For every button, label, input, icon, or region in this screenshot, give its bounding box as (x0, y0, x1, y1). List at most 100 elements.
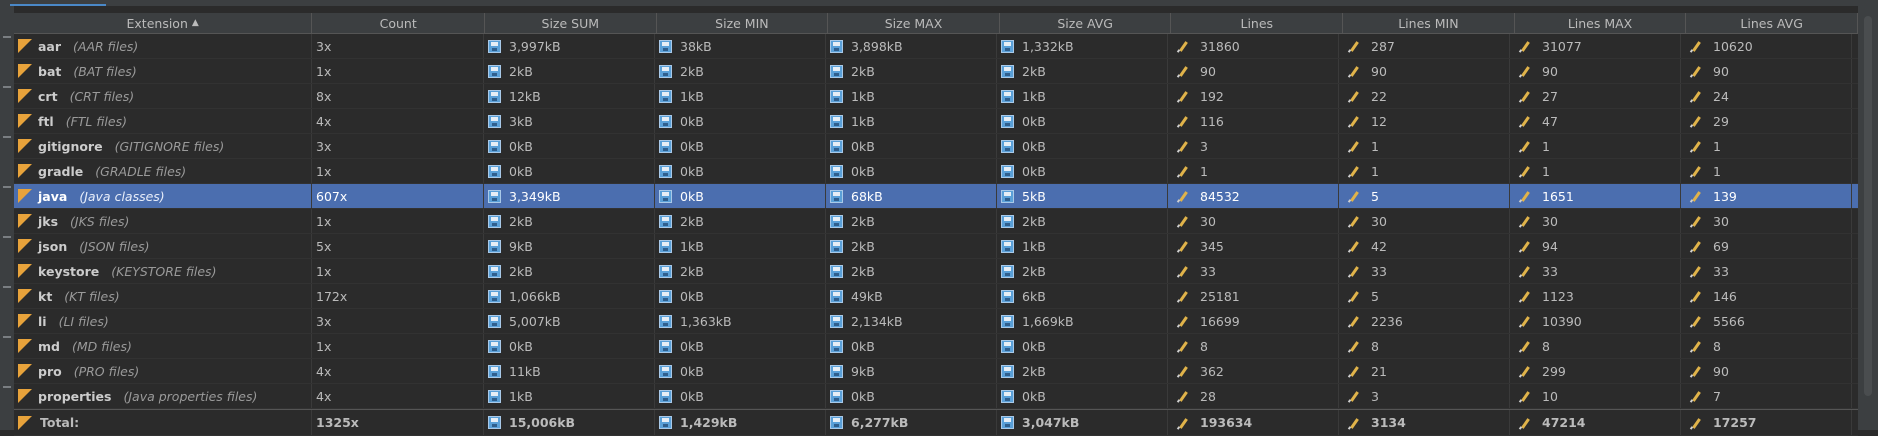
table-row[interactable]: pro (PRO files) 4x 11kB 0kB 9kB 2kB 362 21 299 90 (14, 359, 1858, 384)
lines-avg-value: 139 (1713, 188, 1737, 204)
size-min-cell: 0kB (655, 384, 826, 408)
pencil-icon (1176, 339, 1190, 353)
lines-value: 84532 (1200, 188, 1240, 204)
table-row[interactable]: kt (KT files) 172x 1,066kB 0kB 49kB 6kB 25181 5 1… (14, 284, 1858, 309)
lines-value: 3 (1200, 138, 1208, 154)
lines-cell: 345 (1168, 234, 1339, 258)
floppy-disk-icon (1001, 339, 1014, 353)
floppy-disk-icon (488, 214, 501, 228)
column-header-lines-min[interactable]: Lines MIN (1343, 13, 1515, 33)
extension-name: gradle (38, 163, 84, 179)
file-type-icon (18, 364, 32, 378)
table-row[interactable]: li (LI files) 3x 5,007kB 1,363kB 2,134kB 1,669… (14, 309, 1858, 334)
table-row[interactable]: crt (CRT files) 8x 12kB 1kB 1kB 1kB 192 22 27 24 (14, 84, 1858, 109)
extension-name: keystore (38, 263, 100, 279)
extension-description: (Java classes) (79, 188, 165, 204)
lines-cell: 16699 (1168, 309, 1339, 333)
count-cell: 1x (312, 259, 484, 283)
size-sum-cell: 9kB (484, 234, 655, 258)
size-sum-value: 2kB (509, 63, 533, 79)
table-row[interactable]: properties (Java properties files) 4x 1kB 0k… (14, 384, 1858, 409)
column-header-lines-max[interactable]: Lines MAX (1515, 13, 1687, 33)
table-row[interactable]: md (MD files) 1x 0kB 0kB 0kB 0kB 8 8 8 8 (14, 334, 1858, 359)
size-max-value: 0kB (851, 163, 875, 179)
extension-name: gitignore (38, 138, 103, 154)
lines-avg-cell: 33 (1681, 259, 1852, 283)
size-sum-value: 0kB (509, 163, 533, 179)
table-row[interactable]: bat (BAT files) 1x 2kB 2kB 2kB 2kB 90 90 90 90 (14, 59, 1858, 84)
count-cell: 4x (312, 384, 484, 408)
lines-avg-value: 1 (1713, 163, 1721, 179)
table-header: Extension ▲ Count Size SUM Size MIN Size… (14, 13, 1858, 34)
file-type-icon (18, 415, 32, 430)
extension-cell: ftl (FTL files) (14, 109, 312, 133)
size-max-value: 2,134kB (851, 313, 903, 329)
size-avg-cell: 2kB (997, 209, 1168, 233)
pencil-icon (1176, 39, 1190, 53)
floppy-disk-icon (1001, 416, 1014, 429)
size-sum-value: 3,349kB (509, 188, 561, 204)
size-avg-value: 0kB (1022, 138, 1046, 154)
tool-window-header (0, 0, 1878, 6)
column-header-lines[interactable]: Lines (1171, 13, 1344, 33)
lines-min-value: 5 (1371, 188, 1379, 204)
lines-max-cell: 10 (1510, 384, 1681, 408)
pencil-icon (1347, 114, 1361, 128)
column-header-size-min[interactable]: Size MIN (657, 13, 829, 33)
vertical-scrollbar[interactable] (1858, 6, 1878, 430)
lines-value: 8 (1200, 338, 1208, 354)
floppy-disk-icon (1001, 164, 1014, 178)
floppy-disk-icon (488, 189, 501, 203)
pencil-icon (1347, 364, 1361, 378)
size-sum-value: 3,997kB (509, 38, 561, 54)
table-row[interactable]: json (JSON files) 5x 9kB 1kB 2kB 1kB 345 42 94 69 (14, 234, 1858, 259)
table-row[interactable]: jks (JKS files) 1x 2kB 2kB 2kB 2kB 30 30 30 30 (14, 209, 1858, 234)
table-row[interactable]: ftl (FTL files) 4x 3kB 0kB 1kB 0kB 116 12 47 29 (14, 109, 1858, 134)
column-header-size-sum[interactable]: Size SUM (485, 13, 657, 33)
column-header-extension[interactable]: Extension ▲ (14, 13, 313, 33)
floppy-disk-icon (659, 39, 672, 53)
extension-name: aar (38, 38, 62, 54)
size-avg-value: 1kB (1022, 88, 1046, 104)
pencil-icon (1176, 214, 1190, 228)
pencil-icon (1689, 64, 1703, 78)
size-avg-cell: 0kB (997, 134, 1168, 158)
table-row[interactable]: keystore (KEYSTORE files) 1x 2kB 2kB 2kB 2kB 33… (14, 259, 1858, 284)
lines-min-value: 287 (1371, 38, 1395, 54)
lines-avg-value: 69 (1713, 238, 1729, 254)
lines-max-cell: 10390 (1510, 309, 1681, 333)
lines-min-value: 90 (1371, 63, 1387, 79)
extension-description: (KT files) (64, 288, 120, 304)
size-min-cell: 0kB (655, 184, 826, 208)
table-row[interactable]: gitignore (GITIGNORE files) 3x 0kB 0kB 0kB 0kB… (14, 134, 1858, 159)
pencil-icon (1689, 214, 1703, 228)
lines-max-value: 27 (1542, 88, 1558, 104)
pencil-icon (1347, 416, 1361, 430)
total-size-min: 1,429kB (655, 410, 826, 435)
extension-name: bat (38, 63, 62, 79)
pencil-icon (1347, 89, 1361, 103)
lines-min-cell: 42 (1339, 234, 1510, 258)
column-header-lines-avg[interactable]: Lines AVG (1686, 13, 1858, 33)
lines-min-value: 1 (1371, 163, 1379, 179)
column-header-count[interactable]: Count (312, 13, 485, 33)
floppy-disk-icon (659, 389, 672, 403)
table-row[interactable]: aar (AAR files) 3x 3,997kB 38kB 3,898kB 1,332k… (14, 34, 1858, 59)
table-row[interactable]: java (Java classes) 607x 3,349kB 0kB 68kB 5kB 8… (14, 184, 1858, 209)
sort-ascending-icon: ▲ (191, 18, 199, 28)
size-min-value: 0kB (680, 163, 704, 179)
scrollbar-thumb[interactable] (1864, 16, 1872, 396)
lines-max-cell: 94 (1510, 234, 1681, 258)
size-min-cell: 0kB (655, 109, 826, 133)
lines-cell: 3 (1168, 134, 1339, 158)
floppy-disk-icon (1001, 39, 1014, 53)
table-row[interactable]: gradle (GRADLE files) 1x 0kB 0kB 0kB 0kB 1 1 1 1 (14, 159, 1858, 184)
pencil-icon (1176, 364, 1190, 378)
size-sum-cell: 0kB (484, 159, 655, 183)
size-sum-value: 2kB (509, 213, 533, 229)
floppy-disk-icon (659, 64, 672, 78)
column-header-size-max[interactable]: Size MAX (828, 13, 1000, 33)
pencil-icon (1689, 389, 1703, 403)
column-header-size-avg[interactable]: Size AVG (1000, 13, 1172, 33)
lines-avg-value: 7 (1713, 388, 1721, 404)
